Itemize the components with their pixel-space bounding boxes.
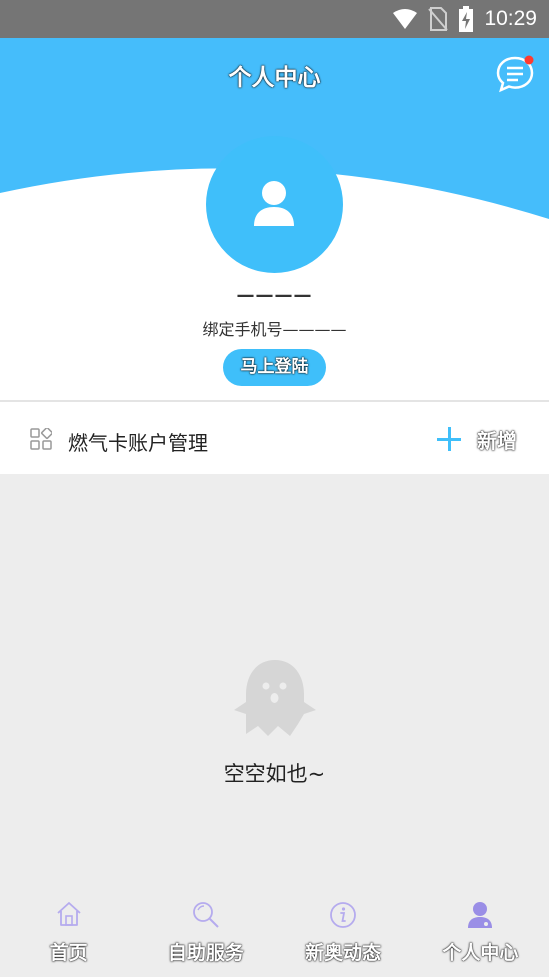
status-bar: 10:29 xyxy=(0,0,549,38)
tab-self-service[interactable]: 自助服务 xyxy=(137,888,274,977)
search-icon xyxy=(192,902,219,928)
battery-charging-icon xyxy=(459,6,474,32)
user-avatar-icon xyxy=(254,181,294,226)
page-title: 个人中心 xyxy=(228,65,321,91)
tab-profile[interactable]: 个人中心 xyxy=(412,888,549,977)
empty-state: 空空如也~ xyxy=(0,474,549,888)
tab-label: 个人中心 xyxy=(442,942,519,964)
grid-apps-icon xyxy=(30,428,52,450)
gas-card-account-bar: 燃气卡账户管理 新增 xyxy=(0,402,549,474)
profile-header: 个人中心 ———— 绑定手机号———— 马上登陆 xyxy=(0,38,549,400)
ghost-icon xyxy=(234,660,316,736)
tab-label: 首页 xyxy=(49,942,88,964)
tab-home[interactable]: 首页 xyxy=(0,888,137,977)
user-icon xyxy=(468,902,493,928)
tab-news[interactable]: 新奥动态 xyxy=(275,888,412,977)
bottom-tab-bar: 首页 自助服务 新奥动态 个人中心 xyxy=(0,888,549,977)
tab-label: 自助服务 xyxy=(167,942,244,964)
avatar[interactable] xyxy=(206,136,343,273)
tab-label: 新奥动态 xyxy=(305,942,382,964)
user-name: ———— xyxy=(236,285,313,306)
notification-dot xyxy=(524,55,534,65)
message-button[interactable] xyxy=(496,55,534,93)
plus-icon xyxy=(437,427,461,451)
add-label: 新增 xyxy=(477,428,517,453)
info-icon xyxy=(330,902,357,928)
no-sim-icon xyxy=(428,7,449,31)
empty-text: 空空如也~ xyxy=(223,762,326,786)
status-icons: 10:29 xyxy=(392,5,537,33)
home-icon xyxy=(57,902,81,926)
add-account-button[interactable]: 新增 xyxy=(437,424,517,454)
clock: 10:29 xyxy=(484,7,537,30)
login-button[interactable]: 马上登陆 xyxy=(223,349,326,386)
wifi-icon xyxy=(393,9,418,29)
message-icon xyxy=(496,55,534,93)
bind-phone-text: 绑定手机号———— xyxy=(202,320,347,339)
section-title: 燃气卡账户管理 xyxy=(68,431,208,455)
